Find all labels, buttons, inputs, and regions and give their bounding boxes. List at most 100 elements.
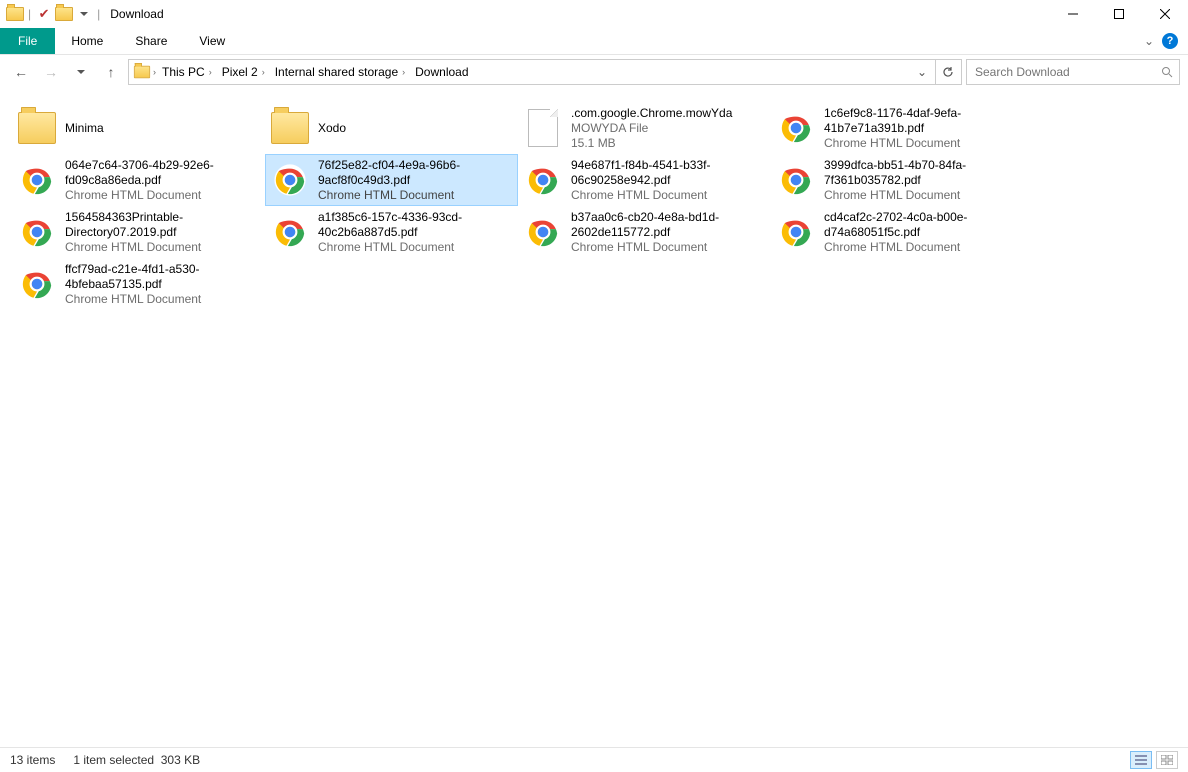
- new-folder-icon[interactable]: [55, 5, 73, 23]
- file-text: 94e687f1-f84b-4541-b33f-06c90258e942.pdf…: [571, 158, 766, 203]
- large-icons-view-button[interactable]: [1156, 751, 1178, 769]
- file-name: b37aa0c6-cb20-4e8a-bd1d-2602de115772.pdf: [571, 210, 766, 240]
- file-name: 94e687f1-f84b-4541-b33f-06c90258e942.pdf: [571, 158, 766, 188]
- file-text: 1564584363Printable-Directory07.2019.pdf…: [65, 210, 260, 255]
- file-name: Xodo: [318, 121, 513, 136]
- forward-button[interactable]: →: [38, 59, 64, 85]
- address-bar[interactable]: › This PC› Pixel 2› Internal shared stor…: [128, 59, 936, 85]
- window-controls: [1050, 0, 1188, 28]
- file-name: 1564584363Printable-Directory07.2019.pdf: [65, 210, 260, 240]
- file-text: ffcf79ad-c21e-4fd1-a530-4bfebaa57135.pdf…: [65, 262, 260, 307]
- back-button[interactable]: ←: [8, 59, 34, 85]
- window-title: Download: [110, 7, 163, 21]
- file-type: MOWYDA File: [571, 121, 766, 136]
- file-list[interactable]: Minima Xodo .com.google.Chrome.mowYdaMOWYD…: [0, 94, 1188, 748]
- address-dropdown-icon[interactable]: ⌄: [913, 65, 931, 79]
- breadcrumb[interactable]: Download: [411, 63, 472, 81]
- file-name: cd4caf2c-2702-4c0a-b00e-d74a68051f5c.pdf: [824, 210, 1019, 240]
- ribbon-collapse-icon[interactable]: ⌄: [1144, 34, 1154, 48]
- file-text: 064e7c64-3706-4b29-92e6-fd09c8a86eda.pdf…: [65, 158, 260, 203]
- chevron-right-icon[interactable]: ›: [153, 67, 156, 77]
- file-type: Chrome HTML Document: [65, 240, 260, 255]
- file-text: b37aa0c6-cb20-4e8a-bd1d-2602de115772.pdf…: [571, 210, 766, 255]
- tab-home[interactable]: Home: [55, 28, 119, 54]
- file-text: .com.google.Chrome.mowYdaMOWYDA File15.1…: [571, 106, 766, 151]
- file-type: Chrome HTML Document: [824, 136, 1019, 151]
- file-item[interactable]: cd4caf2c-2702-4c0a-b00e-d74a68051f5c.pdf…: [771, 206, 1024, 258]
- file-type: Chrome HTML Document: [571, 240, 766, 255]
- file-text: a1f385c6-157c-4336-93cd-40c2b6a887d5.pdf…: [318, 210, 513, 255]
- file-type: Chrome HTML Document: [824, 188, 1019, 203]
- quick-access-toolbar: | ✔ | Download: [6, 5, 164, 23]
- file-type: Chrome HTML Document: [318, 240, 513, 255]
- status-selection: 1 item selected 303 KB: [73, 753, 200, 767]
- breadcrumb[interactable]: This PC›: [158, 63, 216, 81]
- app-folder-icon: [6, 5, 24, 23]
- file-name: ffcf79ad-c21e-4fd1-a530-4bfebaa57135.pdf: [65, 262, 260, 292]
- file-item[interactable]: .com.google.Chrome.mowYdaMOWYDA File15.1…: [518, 102, 771, 154]
- file-text: 3999dfca-bb51-4b70-84fa-7f361b035782.pdf…: [824, 158, 1019, 203]
- chrome-icon: [270, 160, 310, 200]
- chrome-icon: [776, 212, 816, 252]
- file-text: 1c6ef9c8-1176-4daf-9efa-41b7e71a391b.pdf…: [824, 106, 1019, 151]
- folder-item[interactable]: Minima: [12, 102, 265, 154]
- file-text: Xodo: [318, 121, 513, 136]
- tab-view[interactable]: View: [183, 28, 241, 54]
- file-type: Chrome HTML Document: [571, 188, 766, 203]
- file-item[interactable]: 94e687f1-f84b-4541-b33f-06c90258e942.pdf…: [518, 154, 771, 206]
- title-bar: | ✔ | Download: [0, 0, 1188, 28]
- refresh-button[interactable]: [935, 59, 962, 85]
- file-item[interactable]: 1564584363Printable-Directory07.2019.pdf…: [12, 206, 265, 258]
- search-input[interactable]: [973, 64, 1137, 80]
- file-item[interactable]: ffcf79ad-c21e-4fd1-a530-4bfebaa57135.pdf…: [12, 258, 265, 310]
- file-name: 3999dfca-bb51-4b70-84fa-7f361b035782.pdf: [824, 158, 1019, 188]
- search-icon: [1161, 66, 1173, 78]
- file-type: Chrome HTML Document: [65, 188, 260, 203]
- file-icon: [523, 108, 563, 148]
- address-folder-icon: [134, 66, 150, 79]
- recent-locations-icon[interactable]: [68, 59, 94, 85]
- status-item-count: 13 items: [10, 753, 55, 767]
- chrome-icon: [523, 160, 563, 200]
- file-name: 76f25e82-cf04-4e9a-96b6-9acf8f0c49d3.pdf: [318, 158, 513, 188]
- close-button[interactable]: [1142, 0, 1188, 28]
- separator: |: [28, 7, 31, 21]
- file-name: .com.google.Chrome.mowYda: [571, 106, 766, 121]
- file-type: Chrome HTML Document: [65, 292, 260, 307]
- file-type: Chrome HTML Document: [824, 240, 1019, 255]
- chrome-icon: [776, 108, 816, 148]
- chrome-icon: [17, 212, 57, 252]
- file-text: Minima: [65, 121, 260, 136]
- file-item[interactable]: 3999dfca-bb51-4b70-84fa-7f361b035782.pdf…: [771, 154, 1024, 206]
- file-item[interactable]: 1c6ef9c8-1176-4daf-9efa-41b7e71a391b.pdf…: [771, 102, 1024, 154]
- chrome-icon: [17, 264, 57, 304]
- qat-customize-icon[interactable]: [75, 5, 93, 23]
- chrome-icon: [776, 160, 816, 200]
- breadcrumb[interactable]: Internal shared storage›: [271, 63, 409, 81]
- minimize-button[interactable]: [1050, 0, 1096, 28]
- file-item[interactable]: 76f25e82-cf04-4e9a-96b6-9acf8f0c49d3.pdf…: [265, 154, 518, 206]
- breadcrumb[interactable]: Pixel 2›: [218, 63, 269, 81]
- file-item[interactable]: b37aa0c6-cb20-4e8a-bd1d-2602de115772.pdf…: [518, 206, 771, 258]
- navigation-bar: ← → ↑ › This PC› Pixel 2› Internal share…: [0, 55, 1188, 89]
- folder-icon: [17, 108, 57, 148]
- file-name: Minima: [65, 121, 260, 136]
- search-box[interactable]: [966, 59, 1180, 85]
- help-icon[interactable]: ?: [1162, 33, 1178, 49]
- chrome-icon: [270, 212, 310, 252]
- up-button[interactable]: ↑: [98, 59, 124, 85]
- file-item[interactable]: 064e7c64-3706-4b29-92e6-fd09c8a86eda.pdf…: [12, 154, 265, 206]
- file-item[interactable]: a1f385c6-157c-4336-93cd-40c2b6a887d5.pdf…: [265, 206, 518, 258]
- separator: |: [97, 7, 100, 21]
- file-type: Chrome HTML Document: [318, 188, 513, 203]
- folder-item[interactable]: Xodo: [265, 102, 518, 154]
- file-text: 76f25e82-cf04-4e9a-96b6-9acf8f0c49d3.pdf…: [318, 158, 513, 203]
- tab-share[interactable]: Share: [119, 28, 183, 54]
- ribbon-tabs: File Home Share View ⌄ ?: [0, 28, 1188, 55]
- properties-icon[interactable]: ✔: [35, 5, 53, 23]
- file-tab[interactable]: File: [0, 28, 55, 54]
- file-size: 15.1 MB: [571, 136, 766, 151]
- file-name: 1c6ef9c8-1176-4daf-9efa-41b7e71a391b.pdf: [824, 106, 1019, 136]
- maximize-button[interactable]: [1096, 0, 1142, 28]
- details-view-button[interactable]: [1130, 751, 1152, 769]
